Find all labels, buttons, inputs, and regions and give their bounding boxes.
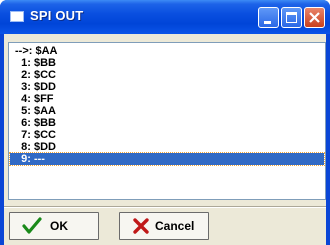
window-icon [10,11,24,22]
cancel-button[interactable]: Cancel [119,212,209,240]
close-button[interactable] [304,7,325,28]
list-item[interactable]: -->: $AA [10,45,324,57]
list-item[interactable]: 3: $DD [10,81,324,93]
maximize-icon [286,12,297,23]
minimize-button[interactable] [258,7,279,28]
title-bar[interactable]: SPI OUT [0,0,330,34]
list-item[interactable]: 4: $FF [10,93,324,105]
close-icon [309,12,320,23]
list-item[interactable]: 2: $CC [10,69,324,81]
dialog-client-area: -->: $AA 1: $BB 2: $CC 3: $DD 4: $FF 5: … [4,34,326,245]
ok-button-label: OK [50,219,68,233]
list-item-selected[interactable]: 9: --- [9,152,325,166]
window-border-right [326,34,330,245]
x-cross-icon [133,218,149,234]
spi-out-dialog: SPI OUT -->: $AA 1: $BB 2: $CC 3: $DD 4:… [0,0,330,245]
list-item[interactable]: 5: $AA [10,105,324,117]
list-item[interactable]: 7: $CC [10,129,324,141]
list-item[interactable]: 6: $BB [10,117,324,129]
list-item[interactable]: 8: $DD [10,141,324,153]
checkmark-icon [22,217,42,234]
window-title: SPI OUT [30,8,84,23]
maximize-button[interactable] [281,7,302,28]
list-item[interactable]: 1: $BB [10,57,324,69]
minimize-icon [264,21,271,24]
spi-output-listbox[interactable]: -->: $AA 1: $BB 2: $CC 3: $DD 4: $FF 5: … [8,42,326,200]
cancel-button-label: Cancel [155,219,195,233]
separator [4,206,326,208]
ok-button[interactable]: OK [9,212,99,240]
